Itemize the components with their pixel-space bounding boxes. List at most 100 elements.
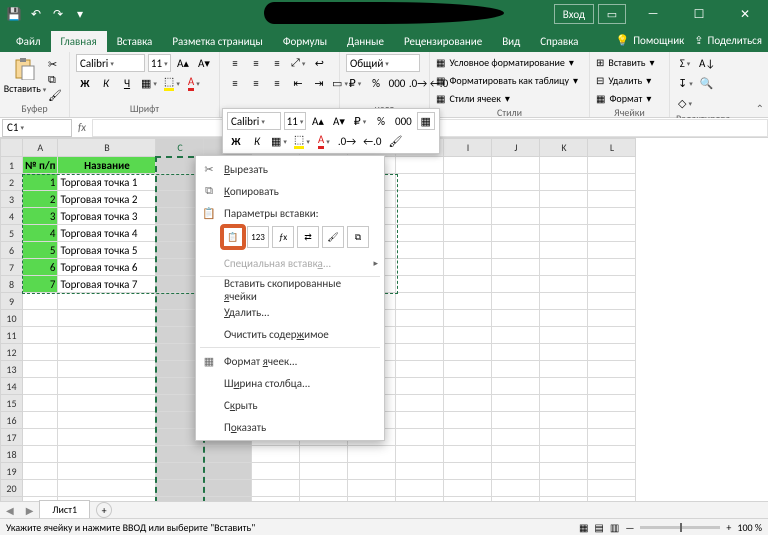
paste-option-transpose[interactable]: ⇄ bbox=[297, 226, 319, 248]
cell[interactable] bbox=[444, 412, 492, 429]
collapse-ribbon-icon[interactable]: ⌃ bbox=[756, 102, 764, 115]
mini-border-icon[interactable]: ▦ bbox=[269, 132, 289, 150]
cell[interactable]: Название bbox=[58, 157, 156, 174]
cell[interactable] bbox=[23, 310, 58, 327]
cell[interactable] bbox=[396, 259, 444, 276]
maximize-button[interactable]: ☐ bbox=[676, 0, 722, 28]
mini-fill-icon[interactable]: ⬚ bbox=[292, 132, 312, 150]
cell[interactable] bbox=[396, 191, 444, 208]
align-left-icon[interactable]: ≡ bbox=[226, 74, 244, 92]
cell[interactable] bbox=[492, 344, 540, 361]
cell[interactable] bbox=[492, 208, 540, 225]
cell[interactable] bbox=[588, 174, 636, 191]
cell[interactable] bbox=[58, 310, 156, 327]
cell[interactable] bbox=[348, 463, 396, 480]
login-button[interactable]: Вход bbox=[554, 4, 594, 24]
percent-icon[interactable]: % bbox=[367, 74, 385, 92]
col-header[interactable]: I bbox=[444, 139, 492, 157]
cell[interactable] bbox=[588, 225, 636, 242]
row-header[interactable]: 9 bbox=[1, 293, 23, 310]
fx-icon[interactable]: fx bbox=[72, 121, 92, 134]
col-header[interactable]: L bbox=[588, 139, 636, 157]
cell[interactable] bbox=[300, 480, 348, 497]
sheet-tab[interactable]: Лист1 bbox=[39, 500, 90, 520]
number-format-combo[interactable]: Общий bbox=[346, 54, 420, 72]
cell[interactable] bbox=[588, 208, 636, 225]
cell[interactable] bbox=[396, 242, 444, 259]
cell[interactable] bbox=[444, 225, 492, 242]
cell[interactable] bbox=[540, 276, 588, 293]
cell[interactable] bbox=[204, 480, 252, 497]
ctx-insert-copied[interactable]: Вставить скопированные ячейки bbox=[196, 279, 384, 301]
row-header[interactable]: 20 bbox=[1, 480, 23, 497]
mini-currency-icon[interactable]: ₽ bbox=[351, 112, 369, 130]
new-sheet-button[interactable]: + bbox=[96, 502, 112, 518]
format-painter-icon[interactable]: 🖌 bbox=[48, 89, 62, 102]
cell[interactable] bbox=[444, 463, 492, 480]
cell[interactable] bbox=[492, 361, 540, 378]
view-normal-icon[interactable]: ▦ bbox=[579, 521, 588, 534]
row-header[interactable]: 17 bbox=[1, 429, 23, 446]
align-middle-icon[interactable]: ≡ bbox=[247, 54, 265, 72]
cell[interactable] bbox=[444, 208, 492, 225]
mini-italic[interactable]: К bbox=[248, 132, 266, 150]
cell[interactable] bbox=[396, 361, 444, 378]
ctx-copy[interactable]: ⧉Копировать bbox=[196, 180, 384, 202]
tab-review[interactable]: Рецензирование bbox=[394, 31, 492, 52]
cell[interactable] bbox=[588, 259, 636, 276]
cell[interactable] bbox=[588, 310, 636, 327]
cell[interactable] bbox=[58, 429, 156, 446]
cell[interactable] bbox=[444, 395, 492, 412]
paste-option-formatting[interactable]: 🖌 bbox=[322, 226, 344, 248]
cell[interactable] bbox=[58, 378, 156, 395]
format-table-button[interactable]: ▦Форматировать как таблицу ▾ bbox=[436, 72, 583, 88]
cell[interactable] bbox=[492, 293, 540, 310]
cell[interactable] bbox=[23, 480, 58, 497]
view-layout-icon[interactable]: ▤ bbox=[594, 521, 603, 534]
row-header[interactable]: 8 bbox=[1, 276, 23, 293]
cell[interactable] bbox=[540, 446, 588, 463]
cell[interactable] bbox=[23, 395, 58, 412]
col-header[interactable]: A bbox=[23, 139, 58, 157]
cell[interactable] bbox=[492, 157, 540, 174]
cell[interactable] bbox=[396, 412, 444, 429]
tab-home[interactable]: Главная bbox=[51, 31, 107, 52]
ctx-column-width[interactable]: Ширина столбца... bbox=[196, 372, 384, 394]
cell[interactable] bbox=[396, 463, 444, 480]
ctx-delete[interactable]: Удалить... bbox=[196, 301, 384, 323]
cell[interactable] bbox=[23, 378, 58, 395]
cell[interactable]: № п/п bbox=[23, 157, 58, 174]
cell[interactable] bbox=[58, 327, 156, 344]
cell[interactable] bbox=[540, 174, 588, 191]
mini-font-name[interactable]: Calibri bbox=[227, 112, 281, 130]
cell[interactable] bbox=[396, 174, 444, 191]
cell[interactable] bbox=[23, 446, 58, 463]
format-cells-button[interactable]: ▦Формат ▾ bbox=[596, 90, 663, 106]
wrap-text-icon[interactable]: ↩ bbox=[310, 54, 328, 72]
cell[interactable] bbox=[444, 157, 492, 174]
row-header[interactable]: 10 bbox=[1, 310, 23, 327]
cell[interactable] bbox=[348, 446, 396, 463]
cell[interactable] bbox=[492, 378, 540, 395]
row-header[interactable]: 3 bbox=[1, 191, 23, 208]
row-header[interactable]: 11 bbox=[1, 327, 23, 344]
cell[interactable] bbox=[492, 276, 540, 293]
row-header[interactable]: 7 bbox=[1, 259, 23, 276]
zoom-level[interactable]: 100 % bbox=[737, 521, 762, 534]
mini-format-icon[interactable]: ▦ bbox=[417, 112, 435, 130]
cell[interactable] bbox=[58, 463, 156, 480]
indent-right-icon[interactable]: ⇥ bbox=[310, 74, 328, 92]
cell[interactable] bbox=[23, 293, 58, 310]
cell[interactable] bbox=[300, 446, 348, 463]
col-header[interactable]: B bbox=[58, 139, 156, 157]
row-header[interactable]: 13 bbox=[1, 361, 23, 378]
cell[interactable] bbox=[540, 157, 588, 174]
copy-icon[interactable]: ⧉ bbox=[48, 73, 62, 87]
comma-icon[interactable]: 000 bbox=[388, 74, 406, 92]
cell[interactable] bbox=[396, 276, 444, 293]
tab-formulas[interactable]: Формулы bbox=[273, 31, 337, 52]
cell[interactable] bbox=[23, 429, 58, 446]
cell[interactable] bbox=[58, 446, 156, 463]
cell[interactable] bbox=[540, 259, 588, 276]
tab-file[interactable]: Файл bbox=[6, 31, 51, 52]
